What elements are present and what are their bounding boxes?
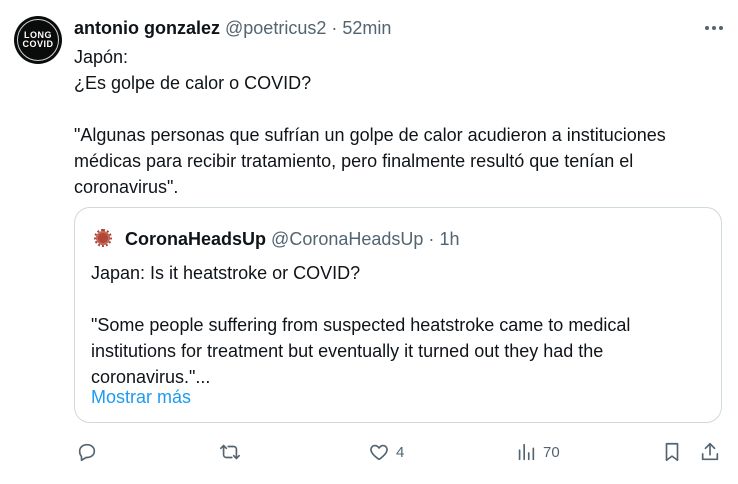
tweet-time[interactable]: 52min xyxy=(342,18,391,38)
more-icon[interactable] xyxy=(700,14,728,42)
show-more-link[interactable]: Mostrar más xyxy=(91,385,191,409)
share-button[interactable] xyxy=(699,434,721,470)
like-button[interactable]: 4 xyxy=(368,434,404,470)
quoted-avatar xyxy=(93,228,113,248)
views-icon xyxy=(518,443,535,461)
quoted-text: Japan: Is it heatstroke or COVID? "Some … xyxy=(91,263,631,387)
like-count: 4 xyxy=(396,443,405,461)
quoted-author-name: CoronaHeadsUp xyxy=(125,229,267,249)
share-icon xyxy=(701,442,719,461)
header-separator: · xyxy=(331,18,338,38)
avatar-text-bottom: COVID xyxy=(22,39,54,49)
bookmark-button[interactable] xyxy=(661,434,683,470)
reply-button[interactable] xyxy=(76,434,104,470)
retweet-icon xyxy=(220,444,240,460)
reply-icon xyxy=(78,443,96,462)
tweet-header: antonio gonzalez @poetricus2 · 52min xyxy=(74,16,391,40)
quoted-header-separator: · xyxy=(428,229,435,249)
action-bar: 4 70 xyxy=(0,434,738,470)
quoted-tweet[interactable]: CoronaHeadsUp @CoronaHeadsUp · 1h Japan:… xyxy=(74,207,722,423)
author-name[interactable]: antonio gonzalez xyxy=(74,18,220,38)
avatar[interactable]: LONG COVID xyxy=(14,16,62,64)
tweet-text: Japón: ¿Es golpe de calor o COVID? "Algu… xyxy=(74,47,666,197)
quoted-author-handle: @CoronaHeadsUp xyxy=(271,229,424,249)
like-icon xyxy=(370,444,388,461)
quoted-time: 1h xyxy=(439,229,460,249)
author-handle[interactable]: @poetricus2 xyxy=(225,18,326,38)
views-count: 70 xyxy=(543,443,560,461)
retweet-button[interactable] xyxy=(219,434,247,470)
views-button[interactable]: 70 xyxy=(515,434,560,470)
quoted-header: CoronaHeadsUp @CoronaHeadsUp · 1h xyxy=(125,228,459,250)
bookmark-icon xyxy=(665,442,679,462)
